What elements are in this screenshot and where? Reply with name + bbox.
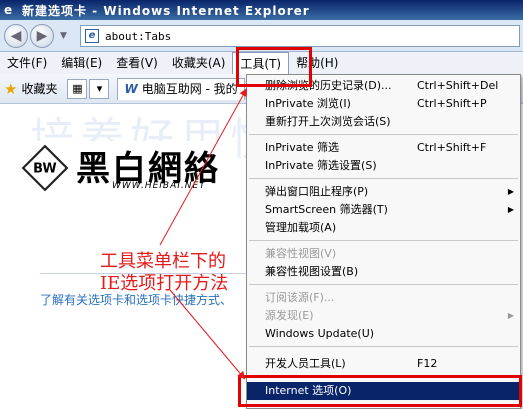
ie-logo-icon: e <box>4 3 13 17</box>
menu-item-developer-tools[interactable]: 开发人员工具(L) F12 <box>247 355 520 373</box>
window-title: 新建选项卡 - Windows Internet Explorer <box>22 3 310 18</box>
menu-separator <box>249 134 518 135</box>
tools-menu: 删除浏览的历史记录(D)... Ctrl+Shift+Del InPrivate… <box>246 74 521 409</box>
address-bar-row: ◀ ▶ ▼ e about:Tabs <box>0 20 523 52</box>
menu-item-smartscreen[interactable]: SmartScreen 筛选器(T) ▶ <box>247 201 520 219</box>
quick-tabs-icon[interactable]: ▦ <box>67 78 88 99</box>
menu-bar: 文件(F) 编辑(E) 查看(V) 收藏夹(A) 工具(T) 帮助(H) <box>0 52 523 74</box>
menu-separator <box>249 346 518 347</box>
menu-separator <box>249 178 518 179</box>
heibai-logo: BW 黑白網絡 WWW.HEIBAI.NET <box>20 141 220 197</box>
menu-item-manage-addons[interactable]: 管理加载项(A) <box>247 219 520 237</box>
menu-item-label: 兼容性视图设置(B) <box>265 265 359 278</box>
menu-item-label: Windows Update(U) <box>265 327 375 340</box>
menu-item-label: 管理加载项(A) <box>265 221 337 234</box>
menu-item-label: InPrivate 筛选设置(S) <box>265 159 377 172</box>
menu-view[interactable]: 查看(V) <box>109 52 165 74</box>
favorites-star-icon[interactable]: ★ <box>4 80 17 98</box>
menu-item-label: 弹出窗口阻止程序(P) <box>265 185 369 198</box>
menu-item-shortcut: F12 <box>417 357 438 370</box>
submenu-arrow-icon: ▶ <box>507 187 514 196</box>
learn-more-link[interactable]: 了解有关选项卡和选项卡快捷方式、 <box>40 291 232 308</box>
bw-logo-icon: BW <box>21 144 69 192</box>
menu-item-inprivate-browse[interactable]: InPrivate 浏览(I) Ctrl+Shift+P <box>247 95 520 113</box>
menu-item-inprivate-filter-settings[interactable]: InPrivate 筛选设置(S) <box>247 157 520 175</box>
menu-tools[interactable]: 工具(T) <box>232 52 290 74</box>
site-logo-icon: W <box>124 82 138 96</box>
menu-item-label: Internet 选项(O) <box>265 384 352 397</box>
page-icon: e <box>85 29 99 43</box>
menu-favorites[interactable]: 收藏夹(A) <box>165 52 233 74</box>
menu-item-shortcut: Ctrl+Shift+Del <box>417 79 499 92</box>
favorites-label[interactable]: 收藏夹 <box>21 80 57 97</box>
history-dropdown-icon[interactable]: ▼ <box>60 31 67 41</box>
annotation-line-1: 工具菜单栏下的 <box>100 251 226 272</box>
submenu-arrow-icon: ▶ <box>507 311 514 320</box>
tab-item[interactable]: W 电脑互助网 - 我的 <box>117 77 245 100</box>
menu-item-compat-view[interactable]: 兼容性视图(V) <box>247 245 520 263</box>
logo-url: WWW.HEIBAI.NET <box>112 181 206 191</box>
address-input[interactable]: e about:Tabs <box>80 25 520 47</box>
menu-item-feed-discovery[interactable]: 源发现(E) ▶ <box>247 307 520 325</box>
menu-item-label: 订阅该源(F)... <box>265 291 335 304</box>
menu-item-windows-update[interactable]: Windows Update(U) <box>247 325 520 343</box>
menu-item-reopen-session[interactable]: 重新打开上次浏览会话(S) <box>247 113 520 131</box>
menu-item-internet-options[interactable]: Internet 选项(O) <box>247 382 520 400</box>
menu-item-shortcut: Ctrl+Shift+F <box>417 141 487 154</box>
tab-label: 电脑互助网 - 我的 <box>141 82 238 96</box>
menu-edit[interactable]: 编辑(E) <box>54 52 109 74</box>
menu-item-subscribe-feed[interactable]: 订阅该源(F)... <box>247 289 520 307</box>
menu-item-delete-history[interactable]: 删除浏览的历史记录(D)... Ctrl+Shift+Del <box>247 77 520 95</box>
menu-item-shortcut: Ctrl+Shift+P <box>417 97 487 110</box>
menu-item-label: InPrivate 浏览(I) <box>265 97 351 110</box>
tab-list-icon[interactable]: ▾ <box>89 78 110 99</box>
title-bar: e 新建选项卡 - Windows Internet Explorer <box>0 0 523 20</box>
menu-separator <box>249 284 518 285</box>
menu-item-compat-view-settings[interactable]: 兼容性视图设置(B) <box>247 263 520 281</box>
back-button[interactable]: ◀ <box>4 23 28 48</box>
menu-item-label: 删除浏览的历史记录(D)... <box>265 79 392 92</box>
menu-item-inprivate-filter[interactable]: InPrivate 筛选 Ctrl+Shift+F <box>247 139 520 157</box>
address-url: about:Tabs <box>105 29 172 43</box>
forward-button[interactable]: ▶ <box>30 23 54 48</box>
divider <box>40 273 260 274</box>
menu-item-label: 兼容性视图(V) <box>265 247 337 260</box>
menu-item-label: 重新打开上次浏览会话(S) <box>265 115 391 128</box>
menu-item-label: 开发人员工具(L) <box>265 357 346 370</box>
submenu-arrow-icon: ▶ <box>507 205 514 214</box>
menu-separator <box>249 240 518 241</box>
menu-item-label: 源发现(E) <box>265 309 314 322</box>
menu-file[interactable]: 文件(F) <box>0 52 54 74</box>
menu-separator <box>249 375 518 376</box>
menu-item-label: SmartScreen 筛选器(T) <box>265 203 388 216</box>
menu-item-popup-blocker[interactable]: 弹出窗口阻止程序(P) ▶ <box>247 183 520 201</box>
menu-item-label: InPrivate 筛选 <box>265 141 340 154</box>
menu-help[interactable]: 帮助(H) <box>289 52 345 74</box>
